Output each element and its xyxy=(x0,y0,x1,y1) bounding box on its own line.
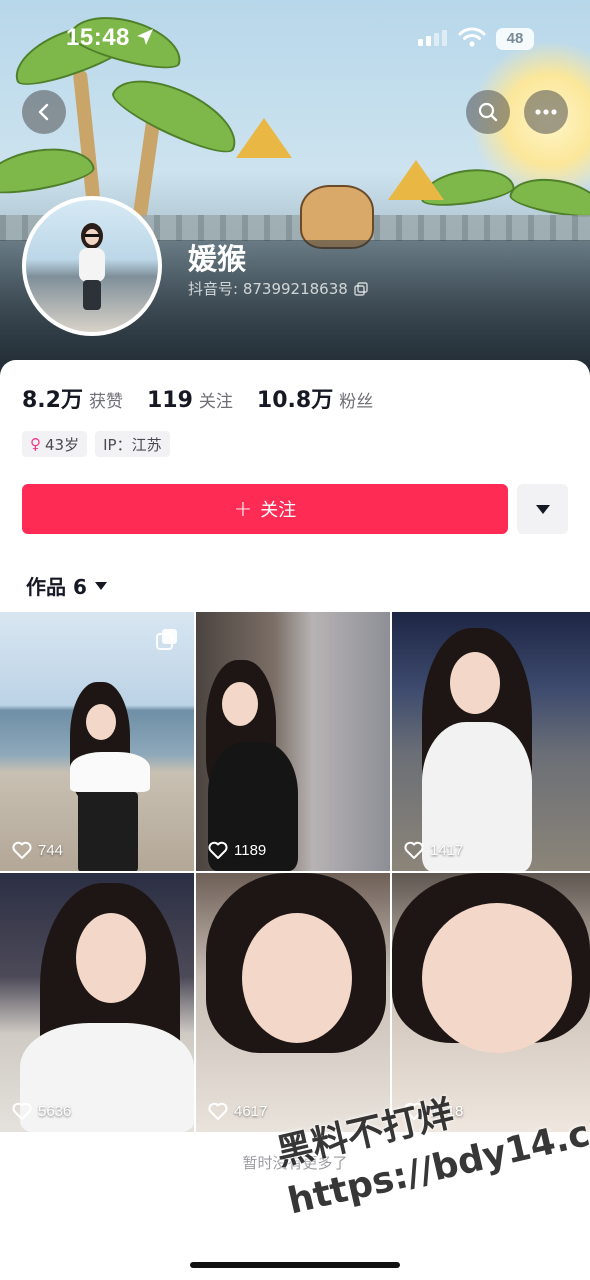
hut-roof xyxy=(236,118,292,158)
palm-tree xyxy=(72,69,102,211)
avatar[interactable] xyxy=(22,196,162,336)
like-count-value: 744 xyxy=(38,841,64,859)
plus-icon: + xyxy=(233,496,253,522)
ip-text: IP：江苏 xyxy=(103,435,162,454)
likes-count: 8.2万 xyxy=(22,388,83,413)
following-label[interactable]: 关注 xyxy=(199,387,233,412)
figure-face xyxy=(86,704,116,740)
figure-face xyxy=(450,652,500,714)
video-thumbnail[interactable]: 1417 xyxy=(392,612,590,871)
figure-top xyxy=(70,752,150,792)
back-button[interactable] xyxy=(22,90,66,134)
female-icon: ♀ xyxy=(30,435,41,453)
heart-icon xyxy=(208,841,228,859)
like-count: 5636 xyxy=(12,1102,71,1120)
copy-icon[interactable] xyxy=(354,281,368,296)
profile-name: 媛猴 xyxy=(188,242,247,276)
like-count: 1189 xyxy=(208,841,266,859)
video-thumbnail[interactable]: 1189 xyxy=(196,612,390,871)
likes-label: 获赞 xyxy=(88,392,123,412)
followers-label[interactable]: 粉丝 xyxy=(339,387,373,412)
ip-tag: IP：江苏 xyxy=(95,431,170,457)
chevron-left-icon xyxy=(38,103,49,121)
heart-icon xyxy=(12,1102,32,1120)
ellipsis-icon xyxy=(535,109,557,115)
heart-icon xyxy=(404,841,424,859)
triangle-down-icon xyxy=(535,504,550,514)
like-count: 744 xyxy=(12,841,63,859)
heart-icon xyxy=(12,841,32,859)
profile-tags: ♀ 43岁 IP：江苏 xyxy=(22,431,170,457)
multi-image-icon xyxy=(156,629,177,650)
like-count-value: 1189 xyxy=(234,841,267,859)
like-count: 1417 xyxy=(404,841,463,859)
avatar-photo xyxy=(79,223,105,310)
tab-works[interactable]: 作品 6 xyxy=(26,571,107,600)
works-tab-label: 作品 6 xyxy=(26,575,87,599)
figure-face xyxy=(422,903,572,1053)
recommend-dropdown-button[interactable] xyxy=(517,484,568,534)
figure-face xyxy=(76,913,146,1003)
figure-face xyxy=(242,913,352,1043)
search-button[interactable] xyxy=(466,90,510,134)
status-time: 15:48 xyxy=(66,24,130,51)
like-count-value: 5636 xyxy=(38,1102,72,1120)
hut-roof xyxy=(388,160,444,200)
figure-face xyxy=(222,682,258,726)
following-count[interactable]: 119 xyxy=(147,388,193,413)
profile-stats: 8.2万 获赞 119 关注 10.8万 粉丝 xyxy=(22,382,397,414)
like-count-value: 1417 xyxy=(430,841,464,859)
age-text: 43岁 xyxy=(45,435,80,454)
location-arrow-icon xyxy=(137,29,153,45)
cellular-signal-icon xyxy=(418,30,447,46)
works-grid: 744 1189 1417 5636 4617 1518 xyxy=(0,612,590,1132)
search-icon xyxy=(478,102,498,122)
wifi-icon xyxy=(458,27,486,47)
like-count-value: 4617 xyxy=(234,1102,268,1120)
douyin-id-text: 抖音号: 87399218638 xyxy=(188,280,348,298)
video-thumbnail[interactable]: 4617 xyxy=(196,873,390,1132)
battery-indicator: 48 xyxy=(496,28,534,50)
douyin-id[interactable]: 抖音号: 87399218638 xyxy=(188,278,368,299)
follow-label: 关注 xyxy=(260,500,297,521)
follow-button[interactable]: + 关注 xyxy=(22,484,508,534)
triangle-down-icon xyxy=(94,581,107,590)
like-count: 4617 xyxy=(208,1102,267,1120)
home-indicator[interactable] xyxy=(190,1262,400,1268)
status-bar: 15:48 48 xyxy=(0,0,590,80)
figure-skirt xyxy=(78,792,138,871)
followers-count[interactable]: 10.8万 xyxy=(257,382,333,414)
video-thumbnail[interactable]: 5636 xyxy=(0,873,194,1132)
more-options-button[interactable] xyxy=(524,90,568,134)
video-thumbnail[interactable]: 744 xyxy=(0,612,194,871)
heart-icon xyxy=(208,1102,228,1120)
age-tag: ♀ 43岁 xyxy=(22,431,88,457)
